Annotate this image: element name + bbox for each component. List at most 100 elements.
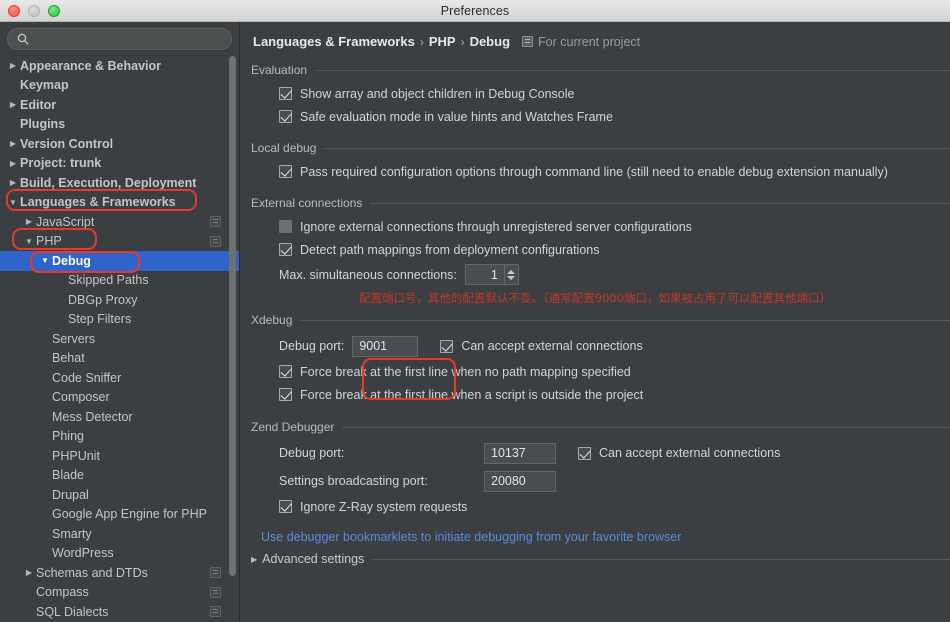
sidebar-item-label: Debug <box>52 253 91 268</box>
stepper-down-icon[interactable] <box>507 275 516 280</box>
sidebar-item-phpunit[interactable]: PHPUnit <box>0 446 239 466</box>
chevron-right-icon[interactable]: ▶ <box>6 61 20 70</box>
chevron-right-icon[interactable]: ▶ <box>6 139 20 148</box>
sidebar-item-wordpress[interactable]: WordPress <box>0 544 239 564</box>
breadcrumb-languages-frameworks[interactable]: Languages & Frameworks <box>253 34 415 49</box>
chevron-right-icon[interactable]: ▶ <box>22 217 36 226</box>
max-connections-row: Max. simultaneous connections: <box>251 261 950 288</box>
chevron-right-icon[interactable]: ▶ <box>22 568 36 577</box>
chevron-down-icon[interactable]: ▼ <box>22 237 36 246</box>
sidebar-item-skipped-paths[interactable]: Skipped Paths <box>0 271 239 291</box>
advanced-settings-row[interactable]: ▶ Advanced settings <box>251 552 950 566</box>
sidebar-item-schemas-and-dtds[interactable]: ▶ Schemas and DTDs <box>0 563 239 583</box>
sidebar-item-keymap[interactable]: Keymap <box>0 76 239 96</box>
sidebar-item-label: Code Sniffer <box>52 370 122 385</box>
checkbox-indicator[interactable] <box>279 87 292 100</box>
sidebar-item-label: Google App Engine for PHP <box>52 507 207 522</box>
sidebar-item-compass[interactable]: Compass <box>0 583 239 603</box>
checkbox-indicator[interactable] <box>279 165 292 178</box>
zend-broadcast-input[interactable] <box>484 470 556 492</box>
chevron-down-icon[interactable]: ▼ <box>6 198 20 207</box>
sidebar-item-label: Project: trunk <box>20 156 102 171</box>
sidebar-item-sql-dialects[interactable]: SQL Dialects <box>0 602 239 622</box>
breadcrumb-php[interactable]: PHP <box>429 34 456 49</box>
sidebar-item-composer[interactable]: Composer <box>0 388 239 408</box>
sidebar-item-debug[interactable]: ▼ Debug <box>0 251 239 271</box>
sidebar-item-label: DBGp Proxy <box>68 292 138 307</box>
search-box[interactable] <box>7 28 232 50</box>
sidebar-item-build-execution-deployment[interactable]: ▶ Build, Execution, Deployment <box>0 173 239 193</box>
advanced-settings-label: Advanced settings <box>262 552 365 566</box>
checkbox-indicator[interactable] <box>279 365 292 378</box>
settings-sidebar: ▶ Appearance & Behavior Keymap ▶ Editor Plugi… <box>0 22 240 622</box>
sidebar-item-label: Blade <box>52 468 84 483</box>
chevron-right-icon[interactable]: ▶ <box>6 100 20 109</box>
zend-accept-external-label: Can accept external connections <box>599 446 781 460</box>
sidebar-item-label: Servers <box>52 331 96 346</box>
sidebar-item-blade[interactable]: Blade <box>0 466 239 486</box>
sidebar-item-servers[interactable]: Servers <box>0 329 239 349</box>
project-config-icon <box>210 567 221 579</box>
checkbox-label: Force break at the first line when no pa… <box>300 364 631 379</box>
sidebar-item-drupal[interactable]: Drupal <box>0 485 239 505</box>
checkbox-indicator[interactable] <box>440 339 454 353</box>
sidebar-item-step-filters[interactable]: Step Filters <box>0 310 239 330</box>
checkbox-detect-path-mappings[interactable]: Detect path mappings from deployment con… <box>251 238 950 261</box>
sidebar-item-label: Step Filters <box>68 312 132 327</box>
checkbox-force-break-outside-project[interactable]: Force break at the first line when a scr… <box>251 383 950 406</box>
sidebar-item-javascript[interactable]: ▶ JavaScript <box>0 212 239 232</box>
checkbox-show-array-children[interactable]: Show array and object children in Debug … <box>251 82 950 105</box>
checkbox-indicator[interactable] <box>578 446 591 460</box>
sidebar-item-behat[interactable]: Behat <box>0 349 239 369</box>
breadcrumb-separator: › <box>460 34 465 49</box>
checkbox-label: Detect path mappings from deployment con… <box>300 242 600 257</box>
checkbox-pass-required-config[interactable]: Pass required configuration options thro… <box>251 160 950 183</box>
sidebar-item-code-sniffer[interactable]: Code Sniffer <box>0 368 239 388</box>
sidebar-item-label: Smarty <box>52 526 92 541</box>
checkbox-indicator[interactable] <box>279 110 292 123</box>
divider <box>370 202 950 204</box>
xdebug-debug-port-input[interactable] <box>352 335 419 357</box>
chevron-down-icon[interactable]: ▼ <box>38 256 52 265</box>
sidebar-item-label: Editor <box>20 97 57 112</box>
sidebar-item-version-control[interactable]: ▶ Version Control <box>0 134 239 154</box>
checkbox-label: Safe evaluation mode in value hints and … <box>300 109 613 124</box>
checkbox-force-break-no-path-mapping[interactable]: Force break at the first line when no pa… <box>251 360 950 383</box>
sidebar-item-php[interactable]: ▼ PHP <box>0 232 239 252</box>
zend-debug-port-input[interactable] <box>484 442 556 464</box>
checkbox-safe-evaluation-mode[interactable]: Safe evaluation mode in value hints and … <box>251 105 950 128</box>
sidebar-item-languages-frameworks[interactable]: ▼ Languages & Frameworks <box>0 193 239 213</box>
search-icon <box>12 29 34 49</box>
sidebar-item-editor[interactable]: ▶ Editor <box>0 95 239 115</box>
sidebar-item-label: Schemas and DTDs <box>36 565 148 580</box>
checkbox-indicator[interactable] <box>279 220 292 233</box>
search-input[interactable] <box>34 32 231 46</box>
sidebar-item-label: Composer <box>52 390 110 405</box>
chevron-right-icon[interactable]: ▶ <box>6 178 20 187</box>
chevron-right-icon[interactable]: ▶ <box>6 159 20 168</box>
project-config-icon <box>210 586 221 598</box>
checkbox-indicator[interactable] <box>279 388 292 401</box>
sidebar-item-plugins[interactable]: Plugins <box>0 115 239 135</box>
sidebar-item-label: Appearance & Behavior <box>20 58 162 73</box>
checkbox-ignore-external-connections[interactable]: Ignore external connections through unre… <box>251 215 950 238</box>
zend-port-row: Debug port: Can accept external connecti… <box>251 439 950 467</box>
max-connections-stepper[interactable] <box>464 264 519 285</box>
sidebar-item-smarty[interactable]: Smarty <box>0 524 239 544</box>
sidebar-item-project-trunk[interactable]: ▶ Project: trunk <box>0 154 239 174</box>
checkbox-indicator[interactable] <box>279 243 292 256</box>
sidebar-item-google-app-engine-for-php[interactable]: Google App Engine for PHP <box>0 505 239 525</box>
stepper-buttons[interactable] <box>504 264 519 285</box>
sidebar-item-mess-detector[interactable]: Mess Detector <box>0 407 239 427</box>
debugger-bookmarklets-link[interactable]: Use debugger bookmarklets to initiate de… <box>251 530 681 544</box>
section-local-debug-title: Local debug <box>251 141 317 155</box>
checkbox-indicator[interactable] <box>279 500 292 513</box>
chevron-right-icon[interactable]: ▶ <box>251 555 257 564</box>
sidebar-item-appearance-behavior[interactable]: ▶ Appearance & Behavior <box>0 56 239 76</box>
sidebar-item-phing[interactable]: Phing <box>0 427 239 447</box>
sidebar-scrollbar-thumb[interactable] <box>229 56 236 576</box>
max-connections-input[interactable] <box>464 264 505 285</box>
sidebar-item-dbgp-proxy[interactable]: DBGp Proxy <box>0 290 239 310</box>
stepper-up-icon[interactable] <box>507 269 516 274</box>
checkbox-ignore-zray[interactable]: Ignore Z-Ray system requests <box>251 495 950 518</box>
